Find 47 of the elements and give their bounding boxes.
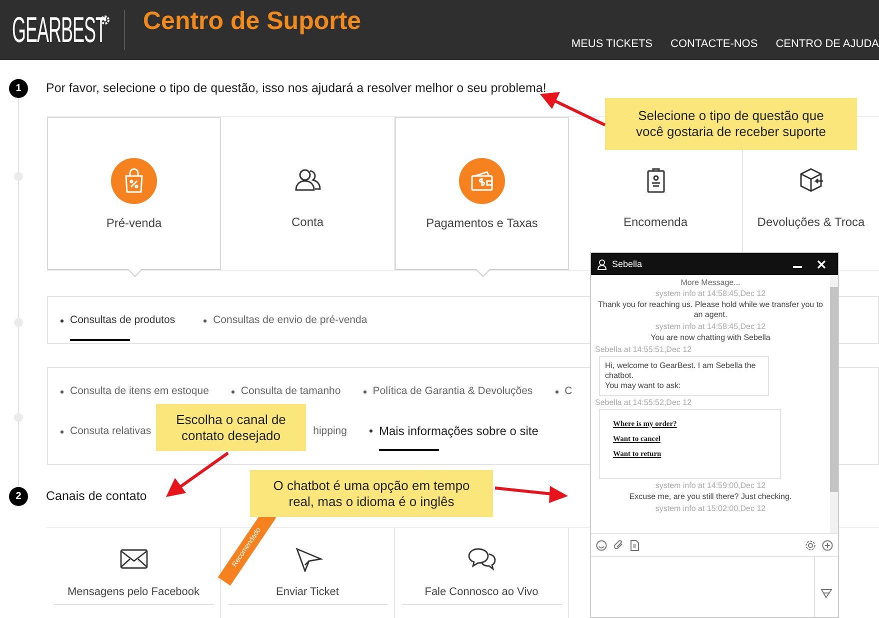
- category-label: Pagamentos e Taxas: [426, 216, 538, 230]
- channel-label: Fale Connosco ao Vivo: [402, 586, 562, 605]
- channel-card[interactable]: Fale Connosco ao Vivo: [395, 528, 569, 618]
- message-timestamp: system info at 14:58:45,Dec 12: [655, 289, 766, 298]
- system-message: Excuse me, are you still there? Just checking.: [629, 492, 792, 502]
- subcategory-tab[interactable]: Consultas de produtos: [60, 314, 176, 341]
- message-timestamp: system info at 14:58:45,Dec 12: [655, 322, 766, 331]
- message-sender: Sebella at 14:55:52,Dec 12: [595, 398, 692, 407]
- category-label: Pré-venda: [106, 216, 162, 230]
- chat-bubble: Hi, welcome to GearBest. I am Sebella the chatbot. You may want to ask:: [599, 356, 769, 396]
- category-label: Encomenda: [623, 215, 688, 229]
- callout-tooltip: Escolha o canal de contato desejado: [156, 404, 306, 451]
- callout-tooltip: O chatbot é uma opção em tempo real, mas o idioma é o inglês: [250, 470, 493, 517]
- step-heading: Canais de contato: [46, 489, 147, 503]
- message-timestamp: system info at 14:59:00,Dec 12: [655, 481, 766, 490]
- chat-bubbles-icon: [466, 546, 496, 572]
- close-icon[interactable]: [817, 260, 826, 268]
- nav-link[interactable]: CENTRO DE AJUDA: [776, 38, 879, 50]
- system-message: You are now chatting with Sebella: [650, 333, 770, 343]
- scrollbar[interactable]: [830, 275, 838, 533]
- user-icon: [597, 258, 607, 270]
- subcategory-tab[interactable]: hipping: [313, 425, 347, 452]
- document-icon[interactable]: [630, 540, 639, 550]
- channel-label: Mensagens pelo Facebook: [54, 586, 214, 605]
- step-number: 2: [9, 486, 28, 506]
- nav-link[interactable]: CONTACTE-NOS: [670, 38, 758, 50]
- arrow: [166, 452, 229, 497]
- nav-link[interactable]: MEUS TICKETS: [571, 38, 653, 50]
- step-number: 1: [9, 78, 28, 98]
- message-sender: Sebella at 14:55:51,Dec 12: [595, 345, 692, 354]
- add-icon[interactable]: [822, 540, 833, 550]
- agent-name: Sebella: [612, 259, 642, 269]
- send-icon[interactable]: [821, 588, 832, 598]
- subcategory-tab[interactable]: Mais informações sobre o site: [369, 424, 538, 451]
- more-messages-link[interactable]: More Message...: [680, 278, 740, 287]
- message-timestamp: system info at 15:02:00,Dec 12: [655, 504, 766, 513]
- channel-label: Enviar Ticket: [228, 586, 388, 605]
- smiley-icon[interactable]: [596, 540, 607, 550]
- category-label: Devoluções & Troca: [757, 215, 865, 229]
- step-heading: Por favor, selecione o tipo de questão, isso nos ajudará a resolver melhor o seu problema!: [46, 81, 546, 95]
- logo[interactable]: GEARBEST: [12, 10, 106, 50]
- paperclip-icon[interactable]: [613, 540, 624, 550]
- system-message: Thank you for reaching us. Please hold while we transfer you to an agent.: [596, 300, 824, 320]
- settings-icon[interactable]: [805, 540, 816, 550]
- callout-tooltip: Selecione o tipo de questão que você gostaria de receber suporte: [605, 98, 857, 150]
- category-label: Conta: [291, 215, 324, 229]
- page-title: Centro de Suporte: [143, 6, 362, 36]
